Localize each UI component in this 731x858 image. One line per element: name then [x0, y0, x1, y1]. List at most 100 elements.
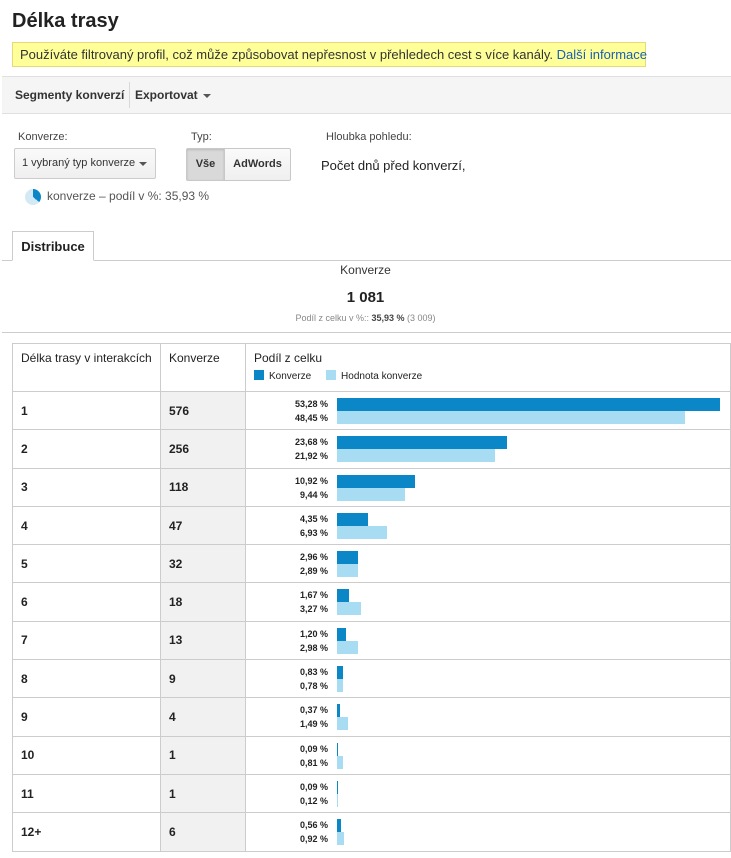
path-length-cell: 8 [12, 659, 161, 699]
value-share-label: 21,92 % [294, 451, 328, 462]
conversion-segments-button[interactable]: Segmenty konverzí [15, 77, 124, 113]
value-share-bar [337, 525, 387, 539]
conversion-type-value: 1 vybraný typ konverze [22, 157, 136, 169]
legend-swatch-conversions [254, 370, 264, 380]
path-length-cell: 11 [12, 773, 161, 814]
page-title: Délka trasy [12, 10, 119, 32]
conversions-cell: 9 [160, 659, 246, 699]
conversion-share-bar [337, 704, 340, 718]
share-cell: 10,92 % 9,44 % [245, 467, 731, 507]
table-row: 6 18 1,67 % 3,27 % [12, 582, 731, 622]
tabs-divider [2, 260, 731, 261]
conversion-share-bar [337, 436, 508, 450]
conversion-share-bar [337, 474, 416, 488]
share-cell: 1,67 % 3,27 % [245, 582, 731, 622]
summary-share: Podíl z celku v %:: 35,93 % (3 009) [0, 313, 731, 323]
tab-distribution[interactable]: Distribuce [12, 231, 94, 261]
share-cell: 2,96 % 2,89 % [245, 544, 731, 584]
value-share-label: 0,81 % [299, 757, 328, 768]
conversions-cell: 18 [160, 582, 246, 622]
conversions-cell: 47 [160, 505, 246, 546]
conversion-share-label: 53,28 % [294, 399, 328, 409]
conversions-cell: 576 [160, 390, 246, 431]
metric-text: konverze – podíl v %: 35,93 % [47, 189, 210, 204]
value-share-bar [337, 832, 344, 846]
value-share-bar [337, 602, 361, 616]
conversions-cell: 1 [160, 773, 246, 814]
table-row: 9 4 0,37 % 1,49 % [12, 697, 731, 737]
summary-share-pct: 35,93 % [371, 313, 405, 323]
value-share-label: 6,93 % [299, 527, 328, 538]
chevron-down-icon [139, 162, 147, 166]
conversion-share-label: 2,96 % [299, 552, 328, 563]
path-length-cell: 4 [12, 505, 161, 546]
conversion-share-label: 1,20 % [299, 628, 328, 639]
value-share-label: 3,27 % [299, 604, 328, 615]
table-row: 5 32 2,96 % 2,89 % [12, 544, 731, 584]
path-length-cell: 12+ [12, 812, 161, 852]
legend-label-conversion-value: Hodnota konverze [341, 371, 423, 382]
table-row: 10 1 0,09 % 0,81 % [12, 735, 731, 775]
conversion-label: Konverze: [18, 131, 68, 143]
type-option-all[interactable]: Vše [186, 148, 225, 181]
share-cell: 0,09 % 0,81 % [245, 735, 731, 775]
path-length-cell: 10 [12, 735, 161, 775]
type-label: Typ: [191, 131, 212, 143]
toolbar-divider [129, 82, 130, 108]
path-length-cell: 9 [12, 697, 161, 737]
value-share-bar [337, 487, 405, 501]
pie-chart-icon [25, 189, 41, 205]
path-length-cell: 2 [12, 429, 161, 469]
value-share-label: 1,49 % [299, 719, 328, 730]
share-cell: 1,20 % 2,98 % [245, 620, 731, 661]
conversion-share-bar [337, 398, 720, 411]
summary-value: 1 081 [346, 289, 385, 306]
column-header-path-length[interactable]: Délka trasy v interakcích [12, 343, 161, 392]
more-info-link[interactable]: Další informace [557, 47, 647, 62]
path-length-table: Délka trasy v interakcích Konverze Podíl… [12, 343, 731, 852]
column-header-conversions[interactable]: Konverze [160, 343, 246, 392]
path-length-cell: 5 [12, 544, 161, 584]
share-cell: 0,56 % 0,92 % [245, 812, 731, 852]
table-header-row: Délka trasy v interakcích Konverze Podíl… [12, 343, 731, 392]
conversions-cell: 13 [160, 620, 246, 661]
path-length-cell: 1 [12, 390, 161, 431]
conversion-share-bar [337, 666, 343, 680]
share-cell: 0,83 % 0,78 % [245, 659, 731, 699]
export-label: Exportovat [135, 88, 198, 102]
conversion-share-bar [337, 589, 349, 603]
type-option-adwords[interactable]: AdWords [224, 148, 291, 181]
conversion-share-label: 0,83 % [299, 667, 328, 678]
metric-summary: konverze – podíl v %: 35,93 % [25, 189, 209, 205]
notice-text: Používáte filtrovaný profil, což může zp… [20, 47, 554, 62]
conversion-share-bar [337, 512, 369, 526]
conversion-share-bar [337, 742, 338, 756]
table-row: 7 13 1,20 % 2,98 % [12, 620, 731, 661]
legend-label-conversions: Konverze [269, 371, 312, 382]
conversion-type-select[interactable]: 1 vybraný typ konverze [14, 148, 156, 179]
value-share-bar [337, 449, 495, 463]
share-cell: 53,28 % 48,45 % [245, 390, 731, 431]
chevron-down-icon [202, 93, 211, 98]
conversions-cell: 1 [160, 735, 246, 775]
table-row: 1 576 53,28 % 48,45 % [12, 390, 731, 431]
value-share-bar [337, 679, 343, 693]
conversions-cell: 6 [160, 812, 246, 852]
share-cell: 0,37 % 1,49 % [245, 697, 731, 737]
legend-swatch-conversion-value [326, 370, 337, 380]
value-share-label: 0,78 % [299, 681, 328, 692]
conversion-share-label: 0,56 % [299, 820, 328, 831]
conversion-share-bar [337, 819, 342, 833]
value-share-bar [337, 640, 359, 654]
summary-label: Konverze [340, 263, 391, 277]
share-header-label: Podíl z celku [254, 351, 323, 365]
share-legend: Konverze Hodnota konverze [254, 370, 722, 382]
conversion-share-bar [337, 780, 338, 794]
value-share-bar [337, 411, 686, 424]
export-button[interactable]: Exportovat [135, 77, 211, 113]
value-share-label: 9,44 % [299, 489, 328, 500]
conversions-cell: 118 [160, 467, 246, 507]
conversions-cell: 4 [160, 697, 246, 737]
value-share-label: 0,12 % [299, 795, 328, 806]
conversion-share-label: 1,67 % [299, 590, 328, 601]
